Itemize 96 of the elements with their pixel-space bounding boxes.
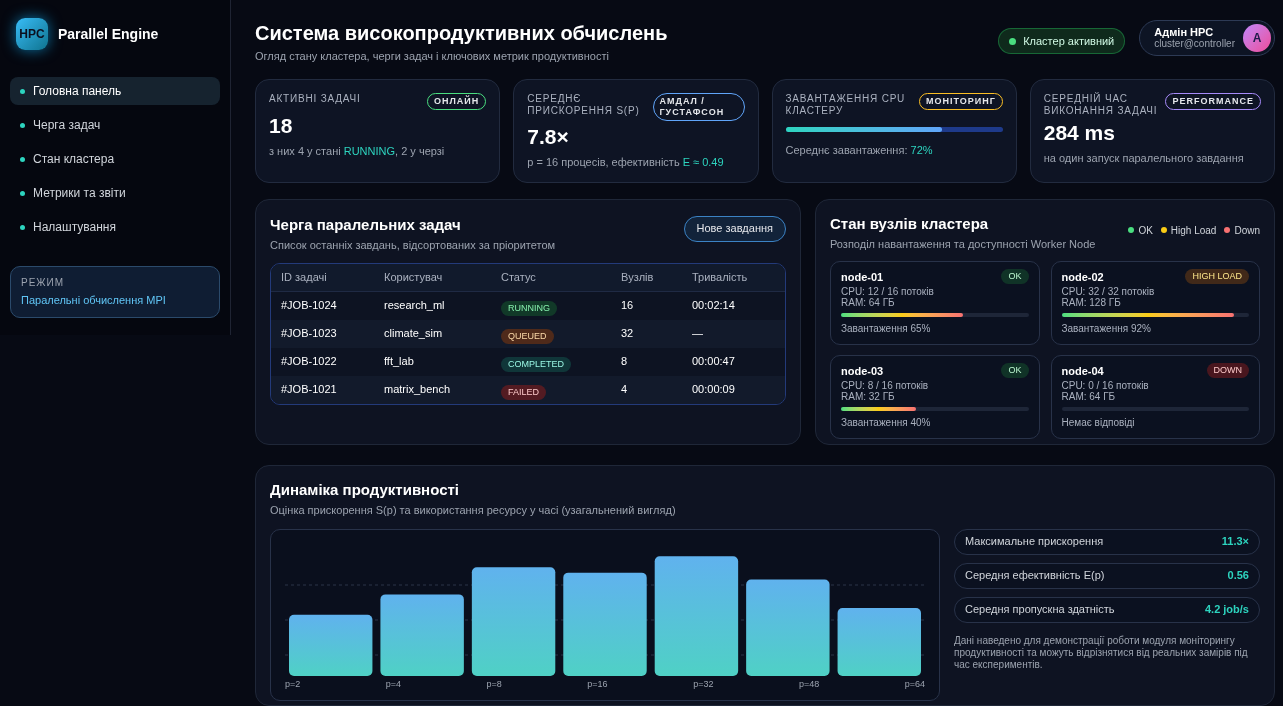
column-header: Тривалість <box>692 269 749 285</box>
table-cell-text: #JOB-1022 <box>281 354 338 370</box>
node-ram: RAM: 128 ГБ <box>1061 297 1122 308</box>
node-name: node-01 <box>841 269 884 285</box>
table-cell-text: 16 <box>621 298 635 314</box>
node-ram: RAM: 64 ГБ <box>841 297 896 308</box>
nav-item[interactable]: Черга задач <box>10 111 220 139</box>
node-cpu: CPU: 32 / 32 потоків <box>1061 286 1156 297</box>
axis-label: p=48 <box>798 677 820 691</box>
legend-label: Down <box>1234 223 1260 238</box>
metric-label: Максимальне прискорення <box>965 534 1104 550</box>
node-load-note: Завантаження 40% <box>841 416 932 430</box>
metric-value: 11.3× <box>1221 534 1249 550</box>
new-task-button[interactable]: Нове завдання <box>683 215 786 242</box>
table-cell-text: 8 <box>621 354 629 370</box>
panel-title: Динаміка продуктивності <box>270 479 460 500</box>
node-name: node-04 <box>1061 363 1104 379</box>
node-load-note: Завантаження 92% <box>1061 322 1152 336</box>
nav-item[interactable]: Метрики та звіти <box>10 179 220 207</box>
card-value: 284 ms <box>1043 119 1116 146</box>
node-status-badge: DOWN <box>1206 363 1249 379</box>
table-cell-text: research_ml <box>384 298 446 314</box>
node-cpu: CPU: 12 / 16 потоків <box>841 286 935 297</box>
app-name: Parallel Engine <box>58 24 159 44</box>
node-name: node-02 <box>1061 269 1104 285</box>
table-cell-text: 00:00:09 <box>692 382 736 398</box>
panel-title: Черга паралельних задач <box>270 214 462 235</box>
mode-label: РЕЖИМ <box>21 276 66 290</box>
column-header: ID задачі <box>281 269 328 285</box>
table-cell-text: 32 <box>621 326 635 342</box>
node-name: node-03 <box>841 363 884 379</box>
card-note: на один запуск паралельного завдання <box>1043 150 1245 166</box>
table-cell-text: #JOB-1023 <box>281 326 338 342</box>
table-cell-text: 00:00:47 <box>692 354 736 370</box>
node-load-note: Завантаження 65% <box>841 322 932 336</box>
card-value: 18 <box>269 112 294 139</box>
table-cell-text: 00:02:14 <box>692 298 736 314</box>
status-badge: COMPLETED <box>501 356 571 372</box>
table-cell-text: — <box>692 326 704 342</box>
status-badge: FAILED <box>501 384 546 400</box>
axis-label: p=32 <box>693 677 714 691</box>
user-avatar: A <box>1243 24 1271 52</box>
cluster-status-badge: Кластер активний <box>998 28 1126 54</box>
metric-label: Середня ефективність E(p) <box>965 568 1105 584</box>
table-cell-text: 4 <box>621 382 629 398</box>
legend-label: OK <box>1138 223 1153 238</box>
table-cell-text: climate_sim <box>384 326 444 342</box>
card-note: з них 4 у стані RUNNING, 2 у черзі <box>269 143 446 159</box>
table-cell-text: #JOB-1024 <box>281 298 338 314</box>
column-header: Статус <box>501 269 537 285</box>
card-label: ЗАВАНТАЖЕННЯ CPU КЛАСТЕРУ <box>785 92 907 117</box>
metric-value: 4.2 job/s <box>1204 602 1249 618</box>
node-ram: RAM: 64 ГБ <box>1061 391 1117 402</box>
axis-label: p=64 <box>904 677 925 691</box>
node-status-badge: HIGH LOAD <box>1185 269 1249 285</box>
card-note: Середнє завантаження: 72% <box>785 142 934 158</box>
card-label: АКТИВНІ ЗАДАЧІ <box>269 92 361 105</box>
node-cpu: CPU: 8 / 16 потоків <box>841 380 930 391</box>
panel-subtitle: Розподіл навантаження та доступності Worker Node <box>830 237 1096 252</box>
table-cell-text: fft_lab <box>384 354 415 370</box>
card-value: 7.8× <box>527 123 570 150</box>
status-badge: RUNNING <box>501 300 557 316</box>
page-title: Система високопродуктивних обчислень <box>255 21 669 46</box>
status-badge: QUEUED <box>501 328 554 344</box>
table-cell-text: matrix_bench <box>384 382 452 398</box>
axis-label: p=4 <box>385 677 402 691</box>
table-cell-text: #JOB-1021 <box>281 382 338 398</box>
card-label: СЕРЕДНІЙ ЧАС ВИКОНАННЯ ЗАДАЧІ <box>1043 92 1159 117</box>
user-email: cluster@controller <box>1154 38 1235 50</box>
axis-label: p=16 <box>587 677 608 691</box>
user-name: Адмін HPC <box>1154 26 1214 38</box>
nav-item[interactable]: Налаштування <box>10 213 220 241</box>
node-load-note: Немає відповіді <box>1061 416 1136 430</box>
nav-item[interactable]: Головна панель <box>10 77 220 105</box>
column-header: Користувач <box>384 269 444 285</box>
panel-subtitle: Список останніх завдань, відсортованих за пріоритетом <box>270 238 556 253</box>
chart-note: Дані наведено для демонстрації роботи модуля моніторингу продуктивності та можуть відрізнятися від реальних замірів під час експериментів. <box>954 634 1249 671</box>
panel-title: Стан вузлів кластера <box>830 213 990 234</box>
column-header: Вузлів <box>621 269 655 285</box>
app-logo: HPC <box>16 18 48 50</box>
user-card[interactable]: Адмін HPC cluster@controller A <box>1139 20 1275 56</box>
page-subtitle: Огляд стану кластера, черги задач і ключових метрик продуктивності <box>255 49 610 64</box>
node-ram: RAM: 32 ГБ <box>841 391 896 402</box>
axis-label: p=8 <box>486 677 502 691</box>
node-cpu: CPU: 0 / 16 потоків <box>1061 380 1150 391</box>
metric-label: Середня пропускна здатність <box>965 602 1115 618</box>
axis-label: p=2 <box>285 677 301 691</box>
panel-subtitle: Оцінка прискорення S(p) та використання ресурсу у часі (узагальнений вигляд) <box>270 503 677 518</box>
node-status-badge: OK <box>1001 363 1029 379</box>
card-note: p = 16 процесів, ефективність E ≈ 0.49 <box>527 154 725 170</box>
legend-label: High Load <box>1170 223 1217 238</box>
nav-item[interactable]: Стан кластера <box>10 145 220 173</box>
mode-value: Паралельні обчислення MPI <box>21 293 167 308</box>
card-label: СЕРЕДНЄ ПРИСКОРЕННЯ S(P) <box>527 92 641 117</box>
node-status-badge: OK <box>1001 269 1029 285</box>
metric-value: 0.56 <box>1227 568 1249 584</box>
